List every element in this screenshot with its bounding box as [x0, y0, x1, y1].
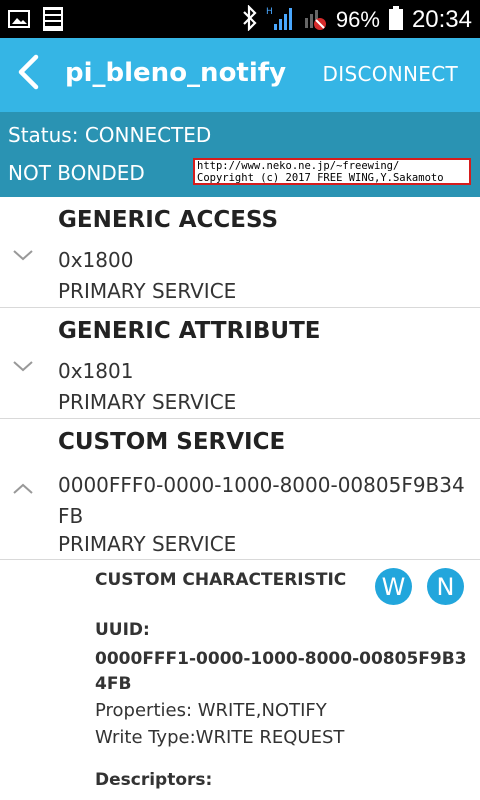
battery-percent: 96% [335, 7, 380, 32]
service-type: PRIMARY SERVICE [58, 279, 237, 303]
write-button[interactable]: W [375, 568, 412, 605]
descriptors-label: Descriptors: [95, 770, 213, 790]
service-name: GENERIC ACCESS [58, 207, 279, 233]
chevron-down-icon[interactable] [12, 247, 34, 261]
bluetooth-icon [242, 4, 258, 35]
service-name: CUSTOM SERVICE [58, 429, 286, 455]
battery-icon [388, 5, 404, 35]
status-bar: H 96% 20:34 [0, 0, 480, 38]
service-item-generic-attribute[interactable]: GENERIC ATTRIBUTE 0x1801 PRIMARY SERVICE [0, 308, 480, 419]
service-type: PRIMARY SERVICE [58, 390, 237, 414]
service-name: GENERIC ATTRIBUTE [58, 318, 321, 344]
service-item-custom-service[interactable]: CUSTOM SERVICE 0000FFF0-0000-1000-8000-0… [0, 419, 480, 560]
characteristic-item: CUSTOM CHARACTERISTIC W N UUID: 0000FFF1… [0, 560, 480, 800]
service-uuid: 0x1801 [58, 359, 134, 383]
image-icon [8, 9, 30, 33]
watermark-copyright: Copyright (c) 2017 FREE WING,Y.Sakamoto [197, 172, 444, 184]
characteristic-name: CUSTOM CHARACTERISTIC [95, 570, 347, 590]
notify-button[interactable]: N [427, 568, 464, 605]
device-title: pi_bleno_notify [65, 58, 287, 88]
watermark-url: http://www.neko.ne.jp/~freewing/ [197, 160, 400, 172]
back-button[interactable] [10, 54, 46, 94]
uuid-label: UUID: [95, 620, 150, 640]
connection-status-panel: Status: CONNECTED NOT BONDED http://www.… [0, 112, 480, 197]
chevron-up-icon[interactable] [12, 481, 34, 495]
status-bar-left [8, 6, 66, 36]
status-bar-right: H 96% 20:34 [242, 4, 472, 36]
copyright-watermark: http://www.neko.ne.jp/~freewing/ Copyrig… [193, 158, 471, 185]
chevron-down-icon[interactable] [12, 358, 34, 372]
signal-icon: H [266, 4, 294, 36]
characteristic-uuid: 0000FFF1-0000-1000-8000-00805F9B34FB [95, 649, 467, 694]
service-uuid: 0x1800 [58, 248, 134, 272]
svg-text:H: H [266, 7, 273, 17]
characteristic-write-type: Write Type:WRITE REQUEST [95, 727, 345, 748]
connection-status: Status: CONNECTED [8, 123, 212, 147]
service-type: PRIMARY SERVICE [58, 532, 237, 556]
back-arrow-icon [16, 54, 40, 94]
clock: 20:34 [411, 6, 472, 33]
no-sim-icon [302, 4, 328, 36]
service-uuid: 0000FFF0-0000-1000-8000-00805F9B34FB [58, 473, 465, 528]
disconnect-button[interactable]: DISCONNECT [323, 62, 458, 86]
bond-status: NOT BONDED [8, 161, 145, 185]
characteristic-properties: Properties: WRITE,NOTIFY [95, 700, 327, 721]
lock-screen-icon [40, 6, 66, 36]
app-bar: pi_bleno_notify DISCONNECT [0, 38, 480, 112]
service-item-generic-access[interactable]: GENERIC ACCESS 0x1800 PRIMARY SERVICE [0, 197, 480, 308]
